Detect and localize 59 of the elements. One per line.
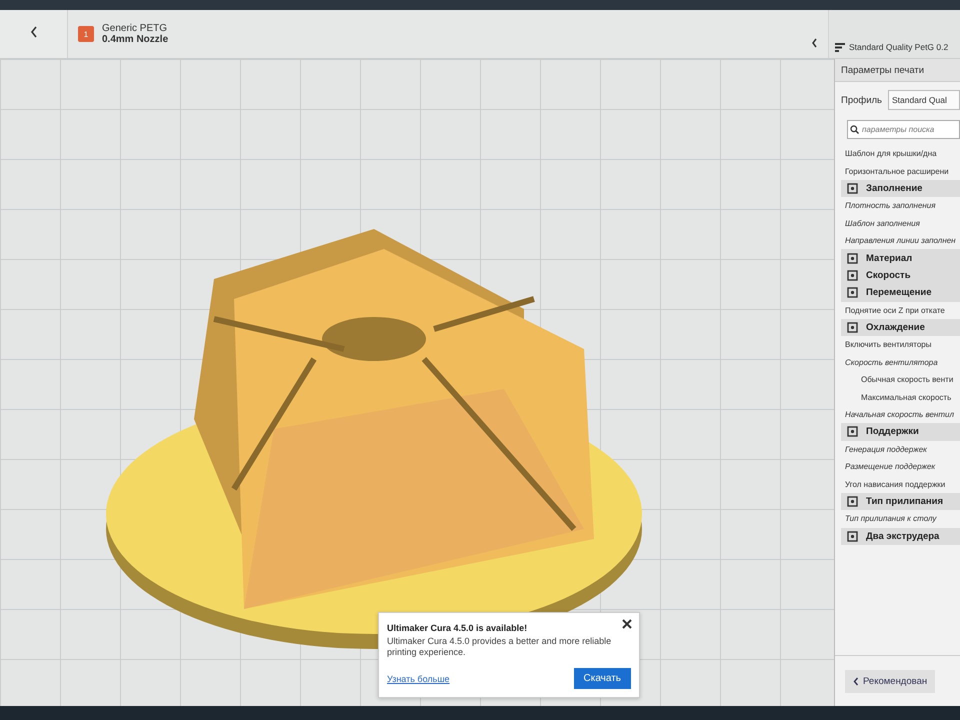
category-label: Заполнение (866, 182, 922, 194)
category-label: Перемещение (866, 287, 932, 298)
category-header[interactable]: Скорость (841, 266, 960, 284)
category-icon (847, 270, 858, 281)
setting-label[interactable]: Угол нависания поддержки (841, 475, 960, 493)
setting-label[interactable]: Максимальная скорость (841, 388, 960, 406)
profile-label: Профиль (841, 94, 882, 106)
chevron-left-icon (30, 26, 38, 38)
notification-message: Ultimaker Cura 4.5.0 provides a better and more reliable printing experience. (387, 636, 612, 659)
setting-label[interactable]: Направления линии заполнен (841, 232, 960, 250)
category-icon (847, 426, 858, 438)
setting-label[interactable]: Тип прилипания к столу (841, 510, 960, 528)
category-icon (847, 496, 858, 507)
setting-label[interactable]: Включить вентиляторы (841, 336, 960, 354)
extruder-badge: 1 (78, 26, 94, 42)
category-header[interactable]: Охлаждение (841, 318, 960, 336)
category-header[interactable]: Поддержки (841, 423, 960, 441)
category-header[interactable]: Материал (841, 249, 960, 267)
nozzle-size: 0.4mm Nozzle (102, 34, 168, 45)
recommended-button[interactable]: Рекомендован (845, 670, 936, 692)
settings-lines-icon (835, 42, 845, 52)
category-label: Тип прилипания (866, 496, 944, 507)
download-button[interactable]: Скачать (574, 668, 631, 689)
setting-label[interactable]: Обычная скорость венти (841, 371, 960, 388)
search-icon (850, 125, 859, 134)
category-icon (847, 322, 858, 334)
setting-label[interactable]: Начальная скорость вентил (841, 406, 960, 424)
close-button[interactable] (621, 616, 633, 629)
category-icon (847, 182, 858, 194)
setting-label[interactable]: Скорость вентилятора (841, 354, 960, 372)
category-label: Материал (866, 252, 912, 264)
setting-label[interactable]: Шаблон заполнения (841, 214, 960, 232)
setting-label[interactable]: Плотность заполнения (841, 197, 960, 215)
category-icon (847, 287, 858, 298)
quality-profile[interactable]: Standard Quality PetG 0.2 (849, 42, 948, 52)
category-icon (847, 530, 858, 542)
material-name: Generic PETG (102, 23, 168, 34)
category-label: Охлаждение (866, 322, 925, 334)
panel-title: Параметры печати (835, 59, 960, 82)
category-header[interactable]: Заполнение (841, 180, 960, 198)
setting-label[interactable]: Размещение поддержек (841, 458, 960, 476)
category-header[interactable]: Два экструдера (841, 528, 960, 545)
profile-dropdown[interactable]: Standard Qual (888, 90, 960, 110)
close-icon (622, 618, 632, 629)
setting-label[interactable]: Генерация поддержек (841, 440, 960, 458)
notification-title: Ultimaker Cura 4.5.0 is available! (387, 622, 528, 633)
category-icon (847, 252, 858, 264)
category-label: Два экструдера (866, 530, 940, 542)
category-label: Скорость (866, 270, 911, 281)
learn-more-link[interactable]: Узнать больше (387, 674, 450, 684)
search-field[interactable]: параметры поиска (847, 120, 960, 139)
category-header[interactable]: Перемещение (841, 284, 960, 302)
setting-label[interactable]: Шаблон для крышки/дна (841, 145, 960, 162)
category-label: Поддержки (866, 426, 919, 438)
setting-label[interactable]: Горизонтальное расширени (841, 162, 960, 180)
chevron-left-icon (810, 38, 818, 48)
chevron-left-icon (853, 676, 859, 686)
setting-label[interactable]: Поднятие оси Z при откате (841, 302, 960, 319)
category-header[interactable]: Тип прилипания (841, 492, 960, 510)
